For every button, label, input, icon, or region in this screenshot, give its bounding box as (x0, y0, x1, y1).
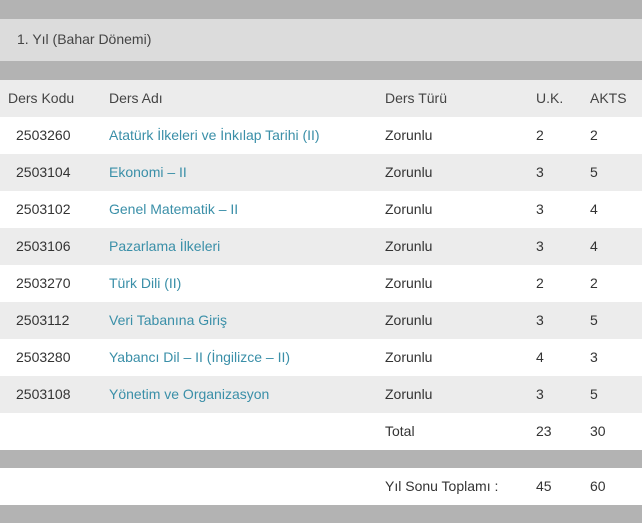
table-row: 2503280 Yabancı Dil – II (İngilizce – II… (0, 339, 642, 376)
year-total-row: Yıl Sonu Toplamı : 45 60 (0, 468, 642, 505)
course-code: 2503106 (16, 238, 71, 254)
course-akts: 5 (590, 312, 598, 328)
course-code: 2503260 (16, 127, 71, 143)
course-uk: 3 (536, 164, 544, 180)
course-code: 2503280 (16, 349, 71, 365)
total-label: Total (385, 423, 415, 439)
course-akts: 5 (590, 164, 598, 180)
course-akts: 5 (590, 386, 598, 402)
course-akts: 4 (590, 201, 598, 217)
total-uk: 23 (536, 423, 552, 439)
course-name-link[interactable]: Pazarlama İlkeleri (109, 228, 220, 265)
table-row: 2503270 Türk Dili (II) Zorunlu 2 2 (0, 265, 642, 302)
course-type: Zorunlu (385, 312, 433, 328)
header-ders-adi: Ders Adı (109, 90, 163, 106)
header-akts: AKTS (590, 90, 627, 106)
course-type: Zorunlu (385, 238, 433, 254)
header-ders-turu: Ders Türü (385, 90, 447, 106)
course-type: Zorunlu (385, 386, 433, 402)
course-type: Zorunlu (385, 164, 433, 180)
course-code: 2503108 (16, 386, 71, 402)
table-row: 2503112 Veri Tabanına Giriş Zorunlu 3 5 (0, 302, 642, 339)
course-uk: 2 (536, 127, 544, 143)
table-row: 2503260 Atatürk İlkeleri ve İnkılap Tari… (0, 117, 642, 154)
table-row: 2503104 Ekonomi – II Zorunlu 3 5 (0, 154, 642, 191)
course-name-link[interactable]: Atatürk İlkeleri ve İnkılap Tarihi (II) (109, 117, 320, 154)
course-code: 2503270 (16, 275, 71, 291)
course-name-link[interactable]: Ekonomi – II (109, 154, 187, 191)
course-code: 2503112 (16, 312, 70, 328)
course-uk: 3 (536, 238, 544, 254)
total-divider (0, 450, 642, 468)
course-uk: 3 (536, 201, 544, 217)
course-akts: 2 (590, 127, 598, 143)
table-row: 2503106 Pazarlama İlkeleri Zorunlu 3 4 (0, 228, 642, 265)
semester-title: 1. Yıl (Bahar Dönemi) (17, 31, 152, 47)
course-type: Zorunlu (385, 127, 433, 143)
course-code: 2503104 (16, 164, 71, 180)
year-total-label: Yıl Sonu Toplamı : (385, 478, 499, 494)
course-uk: 3 (536, 312, 544, 328)
course-uk: 4 (536, 349, 544, 365)
header-uk: U.K. (536, 90, 564, 106)
table-row: 2503108 Yönetim ve Organizasyon Zorunlu … (0, 376, 642, 413)
year-total-uk: 45 (536, 478, 552, 494)
course-name-link[interactable]: Yabancı Dil – II (İngilizce – II) (109, 339, 290, 376)
course-akts: 3 (590, 349, 598, 365)
table-row: 2503102 Genel Matematik – II Zorunlu 3 4 (0, 191, 642, 228)
course-name-link[interactable]: Veri Tabanına Giriş (109, 302, 227, 339)
course-name-link[interactable]: Türk Dili (II) (109, 265, 181, 302)
course-name-link[interactable]: Yönetim ve Organizasyon (109, 376, 269, 413)
header-ders-kodu: Ders Kodu (8, 90, 75, 106)
course-type: Zorunlu (385, 201, 433, 217)
bottom-divider (0, 505, 642, 523)
top-divider (0, 0, 642, 19)
course-code: 2503102 (16, 201, 71, 217)
course-uk: 2 (536, 275, 544, 291)
course-name-link[interactable]: Genel Matematik – II (109, 191, 238, 228)
course-uk: 3 (536, 386, 544, 402)
header-divider (0, 61, 642, 80)
course-type: Zorunlu (385, 349, 433, 365)
course-akts: 2 (590, 275, 598, 291)
semester-total-row: Total 23 30 (0, 413, 642, 450)
total-akts: 30 (590, 423, 606, 439)
table-header-row: Ders Kodu Ders Adı Ders Türü U.K. AKTS (0, 80, 642, 117)
year-total-akts: 60 (590, 478, 606, 494)
course-type: Zorunlu (385, 275, 433, 291)
course-akts: 4 (590, 238, 598, 254)
